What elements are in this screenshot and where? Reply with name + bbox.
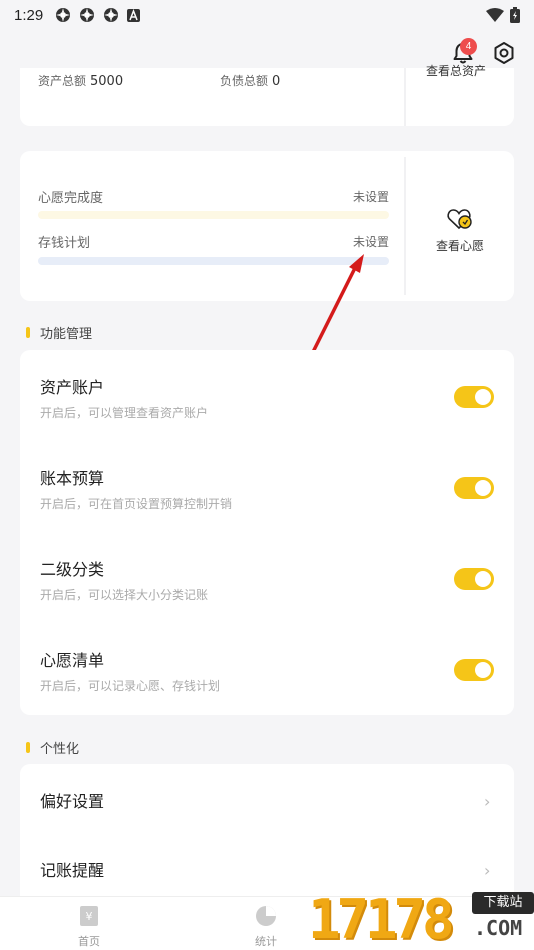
ledger-budget-toggle[interactable] xyxy=(454,477,494,499)
card-divider xyxy=(404,157,406,295)
total-assets-value: 5000 xyxy=(90,74,124,89)
wish-completion-bar xyxy=(38,211,389,219)
notification-badge: 4 xyxy=(460,38,477,55)
toggle-knob xyxy=(475,571,491,587)
status-bar: 1:29 xyxy=(0,0,534,30)
feature-wishlist: 心愿清单 开启后，可以记录心愿、存钱计划 xyxy=(20,647,514,737)
feature-title: 资产账户 xyxy=(40,378,105,397)
section-marker xyxy=(26,327,30,338)
feature-desc: 开启后，可以管理查看资产账户 xyxy=(40,406,209,420)
nav-home-label: 首页 xyxy=(78,935,100,948)
subcategory-toggle[interactable] xyxy=(454,568,494,590)
home-ledger-icon: ¥ xyxy=(80,906,98,926)
preferences-row[interactable]: 偏好设置 › xyxy=(20,788,514,828)
a-letter-notif-icon xyxy=(127,8,141,22)
pref-label: 偏好设置 xyxy=(40,792,105,811)
feature-desc: 开启后，可在首页设置预算控制开销 xyxy=(40,497,233,511)
view-wishes-button[interactable]: 查看心愿 xyxy=(406,237,514,254)
settings-gear-notif-icon xyxy=(104,8,119,22)
nav-stats-label: 统计 xyxy=(255,935,277,948)
feature-title: 心愿清单 xyxy=(40,651,105,670)
battery-icon xyxy=(510,7,520,23)
features-section-title: 功能管理 xyxy=(40,327,93,342)
chevron-right-icon: › xyxy=(484,861,491,880)
asset-summary-card: 资产总额 5000 负债总额 0 查看总资产 xyxy=(20,64,514,126)
settings-gear-notif-icon xyxy=(56,8,71,22)
total-liabilities-label: 负债总额 xyxy=(220,74,269,88)
personalization-section-header: 个性化 xyxy=(26,738,79,757)
pie-chart-icon xyxy=(256,906,276,926)
savings-plan-label: 存钱计划 xyxy=(38,236,91,251)
settings-icon[interactable] xyxy=(492,41,516,65)
site-watermark: 17178 下载站 .COM xyxy=(308,888,534,950)
total-assets: 资产总额 5000 xyxy=(38,72,123,89)
section-marker xyxy=(26,742,30,753)
savings-plan-value: 未设置 xyxy=(352,235,389,249)
status-time: 1:29 xyxy=(14,6,44,24)
feature-title: 账本预算 xyxy=(40,469,105,488)
wish-completion-value: 未设置 xyxy=(352,190,389,204)
view-total-assets-link[interactable]: 查看总资产 xyxy=(426,62,486,79)
total-liabilities: 负债总额 0 xyxy=(220,72,280,89)
total-assets-label: 资产总额 xyxy=(38,74,87,88)
wifi-icon xyxy=(486,8,504,22)
heart-coin-icon[interactable] xyxy=(446,207,474,231)
chevron-right-icon: › xyxy=(484,792,491,811)
system-icons xyxy=(486,7,520,23)
watermark-digits: 17178 xyxy=(308,888,455,950)
watermark-tag: 下载站 xyxy=(472,892,534,914)
watermark-suffix: .COM xyxy=(474,916,523,940)
notification-icons xyxy=(55,7,141,23)
feature-subcategory: 二级分类 开启后，可以选择大小分类记账 xyxy=(20,556,514,646)
card-divider xyxy=(404,68,406,126)
feature-desc: 开启后，可以记录心愿、存钱计划 xyxy=(40,679,221,693)
nav-stats[interactable]: 统计 xyxy=(236,905,296,949)
feature-asset-accounts: 资产账户 开启后，可以管理查看资产账户 xyxy=(20,374,514,464)
toggle-knob xyxy=(475,662,491,678)
personalization-section-title: 个性化 xyxy=(40,742,80,757)
settings-gear-notif-icon xyxy=(80,8,95,22)
pref-label: 记账提醒 xyxy=(40,861,105,880)
asset-accounts-toggle[interactable] xyxy=(454,386,494,408)
toggle-knob xyxy=(475,480,491,496)
wish-completion-label: 心愿完成度 xyxy=(38,191,104,206)
wishlist-toggle[interactable] xyxy=(454,659,494,681)
svg-text:¥: ¥ xyxy=(86,910,93,923)
feature-title: 二级分类 xyxy=(40,560,105,579)
toggle-knob xyxy=(475,389,491,405)
feature-ledger-budget: 账本预算 开启后，可在首页设置预算控制开销 xyxy=(20,465,514,555)
feature-desc: 开启后，可以选择大小分类记账 xyxy=(40,588,209,602)
features-card: 资产账户 开启后，可以管理查看资产账户 账本预算 开启后，可在首页设置预算控制开… xyxy=(20,350,514,715)
wish-card: 心愿完成度 未设置 存钱计划 未设置 查看心愿 xyxy=(20,151,514,301)
total-liabilities-value: 0 xyxy=(272,74,281,89)
features-section-header: 功能管理 xyxy=(26,323,92,342)
nav-home[interactable]: ¥ 首页 xyxy=(59,905,119,949)
